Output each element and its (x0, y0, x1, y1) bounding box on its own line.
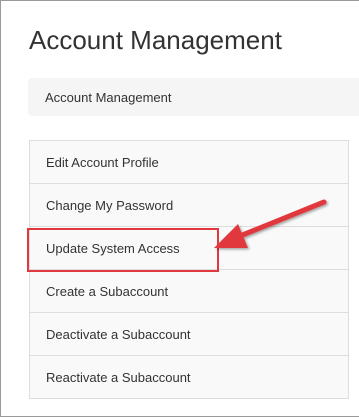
menu-item-reactivate-a-subaccount[interactable]: Reactivate a Subaccount (30, 356, 348, 399)
breadcrumb: Account Management (28, 78, 359, 116)
menu-item-label: Edit Account Profile (46, 155, 159, 170)
menu-item-label: Update System Access (46, 241, 180, 256)
menu-item-label: Deactivate a Subaccount (46, 327, 191, 342)
breadcrumb-label: Account Management (45, 90, 172, 105)
page-title: Account Management (29, 25, 282, 55)
menu-item-create-a-subaccount[interactable]: Create a Subaccount (30, 270, 348, 313)
menu-item-label: Create a Subaccount (46, 284, 169, 299)
menu-item-edit-account-profile[interactable]: Edit Account Profile (30, 141, 348, 184)
menu-item-label: Reactivate a Subaccount (46, 370, 191, 385)
account-menu: Edit Account Profile Change My Password … (29, 140, 349, 399)
menu-item-deactivate-a-subaccount[interactable]: Deactivate a Subaccount (30, 313, 348, 356)
menu-item-change-my-password[interactable]: Change My Password (30, 184, 348, 227)
menu-item-label: Change My Password (46, 198, 174, 213)
menu-item-update-system-access[interactable]: Update System Access (30, 227, 348, 270)
